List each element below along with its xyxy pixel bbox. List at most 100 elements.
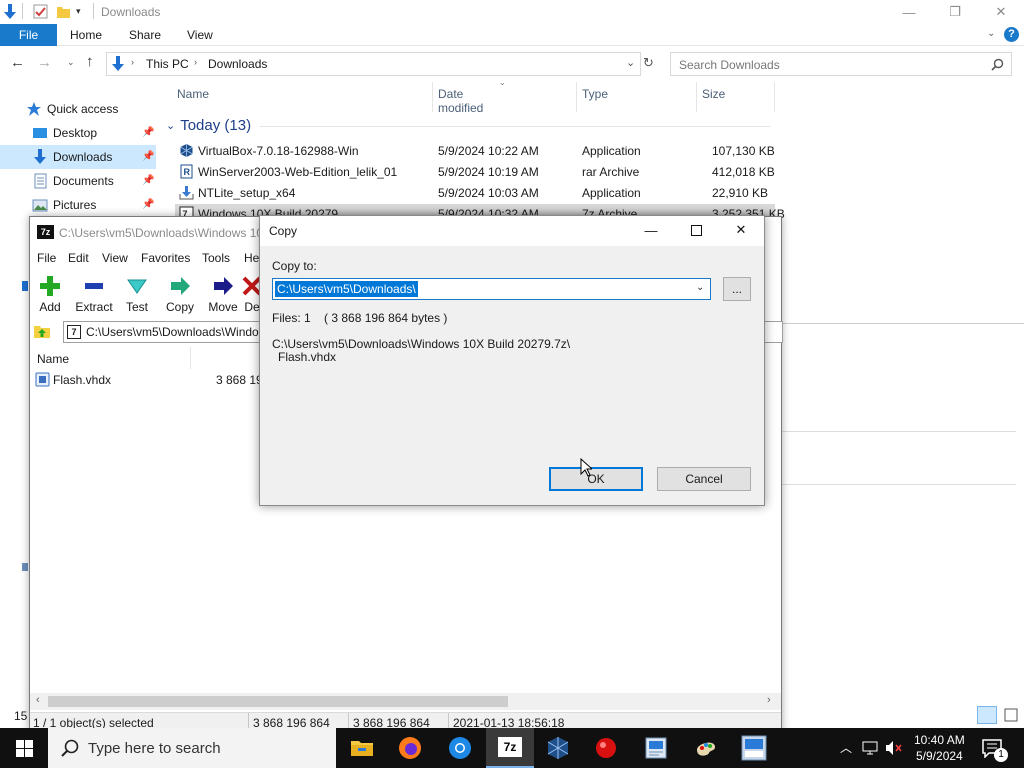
nav-desktop[interactable]: Desktop 📌	[0, 121, 156, 145]
show-hidden-icons-icon[interactable]: ︿	[840, 739, 852, 756]
copy-to-label: Copy to:	[272, 259, 317, 273]
menu-help[interactable]: He	[244, 251, 259, 265]
pin-icon[interactable]: 📌	[142, 127, 154, 138]
search-icon	[991, 58, 1004, 71]
tab-file[interactable]: File	[0, 24, 57, 46]
taskbar-photo-app[interactable]	[632, 728, 680, 768]
taskbar-chrome[interactable]	[436, 728, 484, 768]
volume-muted-icon[interactable]	[885, 740, 903, 756]
start-button[interactable]	[0, 728, 48, 768]
dialog-close-button[interactable]: ✕	[718, 216, 764, 244]
dialog-minimize-button[interactable]: —	[628, 216, 674, 244]
tab-view[interactable]: View	[187, 28, 213, 42]
nav-quick-access[interactable]: Quick access	[0, 97, 156, 121]
taskbar-win2003[interactable]	[730, 728, 778, 768]
download-arrow-icon[interactable]	[3, 4, 17, 20]
toolbar-copy-button[interactable]: Copy	[158, 275, 202, 314]
chrome-icon	[449, 737, 471, 759]
forward-arrow-icon[interactable]: →	[37, 54, 52, 71]
column-divider[interactable]	[696, 82, 697, 112]
toolbar-test-button[interactable]: Test	[115, 275, 159, 314]
column-name[interactable]: Name	[37, 352, 69, 366]
taskbar-red-app[interactable]	[582, 728, 630, 768]
column-divider[interactable]	[190, 347, 191, 369]
network-icon[interactable]	[862, 740, 878, 756]
dialog-maximize-button[interactable]	[673, 216, 719, 244]
sevenzip-title: C:\Users\vm5\Downloads\Windows 10	[59, 226, 264, 240]
file-row[interactable]: NTLite_setup_x64 5/9/2024 10:03 AM Appli…	[175, 183, 775, 204]
maximize-button[interactable]: ❐	[932, 0, 978, 24]
menu-tools[interactable]: Tools	[202, 251, 230, 265]
back-arrow-icon[interactable]: ←	[10, 54, 25, 71]
close-icon: ✕	[735, 222, 747, 237]
new-folder-icon[interactable]	[56, 4, 71, 19]
nav-documents[interactable]: Documents 📌	[0, 169, 156, 193]
expand-ribbon-icon[interactable]: ⌄	[987, 28, 995, 39]
clock-date[interactable]: 5/9/2024	[916, 749, 963, 763]
destination-input[interactable]: C:\Users\vm5\Downloads\	[275, 281, 418, 297]
refresh-icon[interactable]: ↻	[643, 55, 654, 71]
nav-pictures[interactable]: Pictures 📌	[0, 193, 156, 217]
dialog-title: Copy	[269, 224, 298, 238]
file-row[interactable]: R WinServer2003-Web-Edition_lelik_01 5/9…	[175, 162, 775, 183]
column-name[interactable]: Name	[177, 87, 209, 101]
toolbar-extract-button[interactable]: Extract	[72, 275, 116, 314]
pin-icon[interactable]: 📌	[142, 175, 154, 186]
source-path-line2: Flash.vhdx	[278, 350, 337, 364]
search-box[interactable]: Search Downloads	[670, 52, 1012, 76]
column-divider[interactable]	[432, 82, 433, 112]
group-header-today[interactable]: ⌄ Today (13)	[166, 117, 251, 134]
column-divider[interactable]	[576, 82, 577, 112]
pin-icon[interactable]: 📌	[142, 151, 154, 162]
recent-locations-icon[interactable]: ⌄	[67, 57, 75, 68]
taskbar-firefox[interactable]	[386, 728, 434, 768]
chevron-down-icon[interactable]: ⌄	[696, 282, 704, 293]
horizontal-scrollbar[interactable]: ‹ ›	[30, 693, 781, 710]
scroll-left-icon[interactable]: ‹	[36, 694, 40, 706]
file-size: 3 868 19	[216, 373, 263, 387]
help-icon[interactable]: ?	[1004, 27, 1019, 42]
tab-home[interactable]: Home	[70, 28, 102, 42]
menu-file[interactable]: File	[37, 251, 56, 265]
large-icons-view-icon[interactable]	[1002, 706, 1020, 724]
files-info: Files: 1 ( 3 868 196 864 bytes )	[272, 311, 448, 325]
scroll-right-icon[interactable]: ›	[767, 694, 771, 706]
column-type[interactable]: Type	[582, 87, 608, 101]
toolbar-add-button[interactable]: Add	[28, 275, 72, 314]
breadcrumb-this-pc[interactable]: This PC	[146, 57, 189, 71]
breadcrumb-downloads[interactable]: Downloads	[208, 57, 267, 71]
customize-qat-icon[interactable]: ▾	[76, 6, 81, 17]
taskbar-search-box[interactable]: Type here to search	[48, 728, 336, 768]
minimize-button[interactable]: —	[886, 0, 932, 24]
taskbar-file-explorer[interactable]	[338, 728, 386, 768]
file-size: 107,130 KB	[712, 144, 775, 158]
ok-button[interactable]: OK	[549, 467, 643, 491]
file-date: 5/9/2024 10:22 AM	[438, 144, 539, 158]
scrollbar-thumb[interactable]	[48, 696, 508, 707]
up-arrow-icon[interactable]: ↑	[86, 53, 94, 70]
sevenzip-file-row[interactable]: Flash.vhdx 3 868 19	[35, 371, 275, 389]
properties-icon[interactable]	[33, 4, 48, 19]
close-button[interactable]: ✕	[978, 0, 1024, 24]
address-bar[interactable]: › This PC › Downloads ⌄	[106, 52, 641, 76]
pin-icon[interactable]: 📌	[142, 199, 154, 210]
column-divider[interactable]	[774, 82, 775, 112]
clock-time[interactable]: 10:40 AM	[914, 733, 965, 747]
taskbar-7zip[interactable]: 7z	[486, 728, 534, 768]
menu-favorites[interactable]: Favorites	[141, 251, 190, 265]
tab-share[interactable]: Share	[129, 28, 161, 42]
file-row[interactable]: VirtualBox-7.0.18-162988-Win 5/9/2024 10…	[175, 141, 775, 162]
browse-button[interactable]: ...	[723, 277, 751, 301]
address-dropdown-icon[interactable]: ⌄	[626, 56, 635, 69]
menu-edit[interactable]: Edit	[68, 251, 89, 265]
nav-downloads[interactable]: Downloads 📌	[0, 145, 156, 169]
cancel-button[interactable]: Cancel	[657, 467, 751, 491]
column-size[interactable]: Size	[702, 87, 725, 101]
menu-view[interactable]: View	[102, 251, 128, 265]
destination-combobox[interactable]: C:\Users\vm5\Downloads\ ⌄	[272, 278, 711, 300]
taskbar-virtualbox[interactable]	[534, 728, 582, 768]
details-view-icon[interactable]	[977, 706, 997, 724]
folder-up-icon[interactable]	[33, 323, 51, 339]
column-date-modified[interactable]: Date modified	[438, 87, 483, 115]
taskbar-paint[interactable]	[682, 728, 730, 768]
